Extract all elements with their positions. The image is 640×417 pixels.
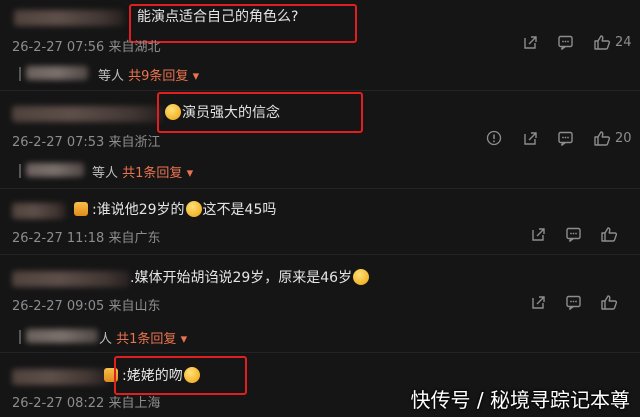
share-button[interactable] [530,294,547,311]
reply-count-link[interactable]: 共1条回复 [116,332,176,347]
reply-summary[interactable]: 等人 共9条回复 ▾ [98,65,199,84]
like-count: 20 [615,131,632,146]
crying-emoji-icon [185,201,202,217]
comment-text: .媒体开始胡诌说29岁，原来是46岁 [130,269,370,287]
thumbs-up-icon [594,131,611,146]
like-button[interactable]: 24 [593,34,632,51]
username-blurred [12,106,162,122]
like-count: 24 [615,35,632,50]
share-icon [532,296,545,309]
like-button[interactable] [600,226,622,243]
reply-indent-bar [19,164,21,178]
comment-button[interactable] [565,294,582,311]
reply-summary[interactable]: 等人 共1条回复 ▾ [92,162,193,181]
location: 来自上海 [108,396,161,411]
replier-blurred [26,329,98,343]
divider [0,254,640,255]
report-icon [486,130,502,146]
comment-button[interactable] [557,130,574,147]
timestamp: 26-2-27 09:05 [12,299,105,314]
caret-down-icon: ▾ [180,332,188,347]
comment-button[interactable] [565,226,582,243]
laughing-emoji-icon [353,269,370,285]
reply-indent-bar [19,330,21,344]
reply-prefix: 等人 [92,166,119,181]
timestamp: 26-2-27 07:56 [12,40,105,55]
replier-blurred [26,66,88,80]
report-button[interactable] [486,130,502,146]
thumbs-up-icon [594,35,611,50]
divider [0,90,640,91]
caret-down-icon: ▾ [186,166,194,181]
timestamp: 26-2-27 08:22 [12,396,105,411]
comment-icon [558,131,573,147]
username-blurred [14,10,124,26]
comment-meta: 26-2-27 09:05 来自山东 [12,295,161,314]
highlight-box [129,4,357,43]
reply-prefix: 人 [99,332,113,347]
timestamp: 26-2-27 11:18 [12,231,105,246]
comment-meta: 26-2-27 07:56 来自湖北 [12,36,161,55]
reply-count-link[interactable]: 共9条回复 [128,69,188,84]
highlight-box [157,92,363,133]
comment-body-suffix: 这不是45吗 [202,202,277,218]
comment-body: .媒体开始胡诌说29岁，原来是46岁 [130,270,353,286]
comment-icon [566,295,581,311]
timestamp: 26-2-27 07:53 [12,135,105,150]
reply-count-link[interactable]: 共1条回复 [122,166,182,181]
thumbs-up-icon [601,295,618,310]
like-button[interactable] [600,294,622,311]
divider [0,188,640,189]
thumbs-up-icon [601,227,618,242]
username-blurred [12,203,66,219]
comment-meta: 26-2-27 08:22 来自上海 [12,392,161,411]
like-button[interactable]: 20 [593,130,632,147]
highlight-box [114,356,247,395]
location: 来自山东 [108,299,161,314]
comment-meta: 26-2-27 07:53 来自浙江 [12,131,161,150]
share-button[interactable] [522,130,539,147]
share-icon [524,36,537,49]
location: 来自湖北 [108,40,161,55]
share-button[interactable] [522,34,539,51]
location: 来自广东 [108,231,161,246]
comment-button[interactable] [557,34,574,51]
badge-icon [74,202,88,216]
username-blurred [12,271,130,287]
comment-meta: 26-2-27 11:18 来自广东 [12,227,161,246]
reply-indent-bar [19,67,21,81]
username-blurred [12,369,108,385]
comment-thread-screenshot: { "comments": [ { "text": "能演点适合自己的角色么?"… [0,0,640,417]
share-icon [532,228,545,241]
share-button[interactable] [530,226,547,243]
replier-blurred [26,163,84,177]
reply-summary[interactable]: 人 共1条回复 ▾ [99,328,187,347]
share-icon [524,132,537,145]
comment-icon [558,35,573,51]
location: 来自浙江 [108,135,161,150]
watermark: 快传号 / 秘境寻踪记本尊 [410,388,630,412]
caret-down-icon: ▾ [192,69,200,84]
divider [0,352,640,353]
comment-text: :谁说他29岁的 这不是45吗 [74,201,276,219]
reply-prefix: 等人 [98,69,125,84]
comment-icon [566,227,581,243]
comment-body: :谁说他29岁的 [92,202,185,218]
